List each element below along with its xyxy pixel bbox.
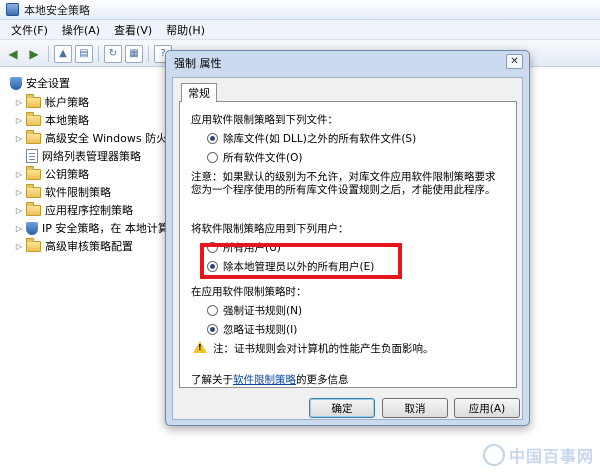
radio-selected-icon: [207, 133, 218, 144]
expand-arrow-icon[interactable]: ▷: [14, 116, 24, 125]
security-policy-icon: [6, 3, 19, 16]
folder-icon: [26, 237, 41, 252]
tree-item-label: 公钥策略: [45, 168, 89, 181]
menu-file[interactable]: 文件(F): [4, 22, 55, 38]
software-restriction-link[interactable]: 软件限制策略: [233, 374, 296, 386]
radio-selected-icon: [207, 324, 218, 335]
tree-item-public-key[interactable]: ▷ 公钥策略: [14, 165, 89, 183]
expand-arrow-icon[interactable]: ▷: [14, 98, 24, 107]
folder-icon: [26, 183, 41, 198]
section-apply-files: 应用软件限制策略到下列文件：: [191, 114, 338, 126]
radio-label: 所有软件文件(O): [223, 152, 303, 164]
folder-icon: [26, 93, 41, 108]
folder-icon: [26, 201, 41, 216]
tree-item-network-list[interactable]: 网络列表管理器策略: [14, 147, 141, 165]
toolbar-separator: [48, 45, 49, 62]
ok-button[interactable]: 确定: [309, 398, 375, 418]
radio-all-files[interactable]: 所有软件文件(O): [207, 150, 302, 165]
radio-ignore-cert[interactable]: 忽略证书规则(I): [207, 322, 297, 337]
folder-icon: [26, 111, 41, 126]
info-suffix: 的更多信息: [296, 374, 349, 386]
warning-icon: !: [193, 341, 207, 353]
note-line-2: 您为一个程序使用的所有库文件设置规则之后，才能使用此程序。: [191, 184, 496, 196]
dialog-title-bar[interactable]: 强制 属性: [166, 51, 529, 75]
main-title-bar: 本地安全策略: [0, 0, 600, 20]
apply-button[interactable]: 应用(A): [454, 398, 520, 418]
watermark-logo-icon: [482, 444, 505, 466]
expand-arrow-icon[interactable]: ▷: [14, 242, 24, 251]
tab-general[interactable]: 常规: [181, 83, 217, 102]
tree-item-software-restriction[interactable]: ▷ 软件限制策略: [14, 183, 111, 201]
tree-root-label: 安全设置: [26, 77, 70, 90]
tree-item-account-policy[interactable]: ▷ 帐户策略: [14, 93, 89, 111]
refresh-icon[interactable]: ↻: [104, 44, 122, 63]
back-arrow-icon[interactable]: ◀: [4, 45, 22, 63]
tree-item-label: 软件限制策略: [45, 186, 111, 199]
expand-arrow-icon[interactable]: ▷: [14, 188, 24, 197]
tree-item-label: 高级审核策略配置: [45, 240, 133, 253]
expand-arrow-icon[interactable]: ▷: [14, 206, 24, 215]
folder-icon: [26, 165, 41, 180]
section-cert-rules: 在应用软件限制策略时：: [191, 286, 307, 298]
menu-bar: 文件(F) 操作(A) 查看(V) 帮助(H): [0, 20, 600, 40]
expand-arrow-icon[interactable]: ▷: [14, 170, 24, 179]
shield-icon: [10, 76, 22, 90]
highlight-box: [200, 243, 402, 279]
tree-root[interactable]: 安全设置: [8, 74, 70, 92]
tree-item-app-control[interactable]: ▷ 应用程序控制策略: [14, 201, 133, 219]
main-window-title: 本地安全策略: [24, 3, 90, 17]
radio-enforce-cert[interactable]: 强制证书规则(N): [207, 303, 302, 318]
folder-icon: [26, 129, 41, 144]
tree-item-label: IP 安全策略，在 本地计算: [42, 222, 169, 235]
tree-item-label: 网络列表管理器策略: [42, 150, 141, 163]
watermark: 中国百事网: [482, 443, 594, 467]
tree-item-label: 帐户策略: [45, 96, 89, 109]
section-apply-users: 将软件限制策略应用到下列用户：: [191, 223, 349, 235]
expand-arrow-icon[interactable]: ▷: [14, 134, 24, 143]
dialog-title: 强制 属性: [174, 57, 222, 70]
radio-label: 除库文件(如 DLL)之外的所有软件文件(S): [223, 133, 417, 145]
tree-item-label: 应用程序控制策略: [45, 204, 133, 217]
up-folder-icon[interactable]: ▲: [54, 44, 72, 63]
ip-security-icon: [26, 221, 38, 235]
cancel-button[interactable]: 取消: [382, 398, 448, 418]
menu-action[interactable]: 操作(A): [55, 22, 107, 38]
tree-item-label: 本地策略: [45, 114, 89, 127]
expand-arrow-icon[interactable]: ▷: [14, 224, 24, 233]
radio-unselected-icon: [207, 305, 218, 316]
show-hide-tree-icon[interactable]: ▤: [75, 44, 93, 63]
tree-item-local-policy[interactable]: ▷ 本地策略: [14, 111, 89, 129]
radio-label: 强制证书规则(N): [223, 305, 303, 317]
info-prefix: 了解关于: [191, 374, 233, 386]
toolbar-separator: [98, 45, 99, 62]
toolbar-separator: [148, 45, 149, 62]
forward-arrow-icon[interactable]: ▶: [25, 45, 43, 63]
warning-text: 注：证书规则会对计算机的性能产生负面影响。: [213, 343, 434, 355]
tree-item-advanced-audit[interactable]: ▷ 高级审核策略配置: [14, 237, 133, 255]
properties-dialog: 强制 属性 ✕ 常规 应用软件限制策略到下列文件： 除库文件(如 DLL)之外的…: [165, 50, 530, 426]
close-icon[interactable]: ✕: [506, 54, 523, 69]
menu-view[interactable]: 查看(V): [107, 22, 159, 38]
export-list-icon[interactable]: ▦: [125, 44, 143, 63]
radio-unselected-icon: [207, 152, 218, 163]
info-text: 了解关于软件限制策略的更多信息: [191, 372, 349, 387]
watermark-text: 中国百事网: [508, 447, 594, 466]
menu-help[interactable]: 帮助(H): [159, 22, 212, 38]
tree-item-firewall[interactable]: ▷ 高级安全 Windows 防火: [14, 129, 167, 147]
tree-item-ip-security[interactable]: ▷ IP 安全策略，在 本地计算: [14, 219, 169, 237]
radio-label: 忽略证书规则(I): [223, 324, 298, 336]
radio-exclude-libraries[interactable]: 除库文件(如 DLL)之外的所有软件文件(S): [207, 131, 416, 146]
document-icon: [26, 149, 38, 163]
tree-item-label: 高级安全 Windows 防火: [45, 132, 168, 145]
